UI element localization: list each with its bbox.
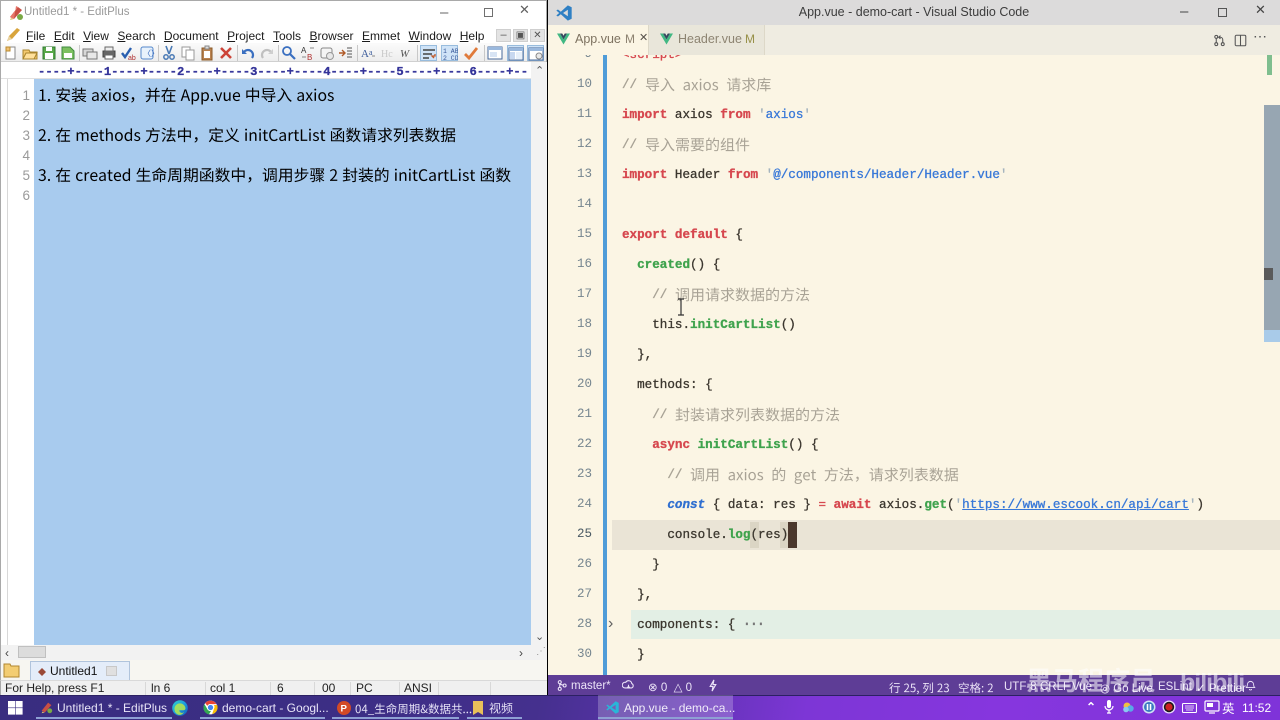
svg-text:P: P xyxy=(341,704,348,715)
svg-text:〈〉: 〈〉 xyxy=(143,49,155,58)
svg-text:A: A xyxy=(361,48,369,60)
svg-text:Hc: Hc xyxy=(381,49,393,60)
svg-text:ab: ab xyxy=(128,55,136,61)
svg-text:B: B xyxy=(307,53,312,61)
svg-text:2 CD: 2 CD xyxy=(443,55,458,62)
svg-text:1 AB: 1 AB xyxy=(443,48,458,55)
svg-text:W: W xyxy=(400,48,410,60)
